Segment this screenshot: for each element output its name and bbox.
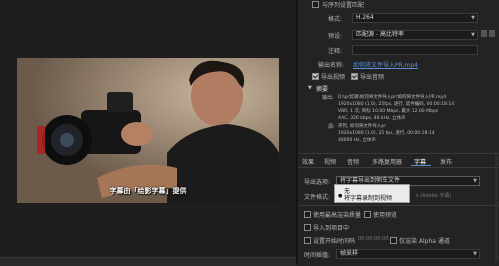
options-divider — [298, 205, 499, 206]
video-frame-image — [17, 58, 279, 203]
source-preview-pane: 字幕由「绘影字幕」提供 — [0, 0, 296, 266]
summary-output-line: AAC, 320 kbps, 48 kHz, 立体声 — [338, 116, 406, 121]
expand-triangle-icon[interactable]: ▼ — [308, 85, 312, 91]
chevron-down-icon: ▼ — [471, 15, 475, 21]
file-format-hint: s (Adobe 字幕) — [416, 193, 452, 199]
import-preset-icon[interactable] — [489, 30, 495, 37]
max-render-quality-checkbox[interactable] — [304, 211, 311, 218]
timecode-value[interactable]: 00:00:00:00 — [358, 236, 389, 242]
format-value: H.264 — [356, 14, 374, 21]
set-start-timecode-label: 设置开始时间码 — [313, 238, 356, 245]
selected-bullet-icon: ● — [338, 193, 343, 199]
save-preset-icon[interactable] — [481, 30, 487, 37]
summary-source-line: 48000 Hz, 立体声 — [338, 138, 376, 143]
max-render-quality-label: 使用最高渲染质量 — [313, 212, 362, 219]
tab-publish[interactable]: 发布 — [440, 157, 452, 166]
output-name-link[interactable]: 如何将文件导入PR.mp4 — [353, 60, 418, 69]
render-alpha-label: 仅渲染 Alpha 通道 — [399, 238, 450, 245]
summary-output-line: 1920x1080 (1.0), 25fps, 逐行, 软件编码, 00:00:… — [338, 102, 455, 107]
use-previews-label: 使用预览 — [373, 212, 398, 219]
summary-source-line: 1920x1080 (1.0), 25 fps, 逐行, 00:00:18:14 — [338, 131, 435, 136]
output-name-label: 输出名称: — [318, 62, 345, 69]
summary-output-line: D:\pr剪辑\如何将文件导入pr\如何将文件导入PR.mp4 — [338, 95, 447, 100]
preset-value: 匹配源 - 高比特率 — [356, 31, 404, 38]
tab-effects[interactable]: 效果 — [302, 157, 314, 166]
subtitle-caption: 字幕由「绘影字幕」提供 — [109, 187, 187, 195]
summary-source-label: 源: — [328, 124, 335, 130]
tabs-top-divider — [298, 153, 499, 154]
chevron-down-icon: ▼ — [471, 32, 475, 38]
match-sequence-checkbox[interactable] — [312, 1, 319, 8]
export-video-checkbox[interactable] — [312, 73, 319, 80]
export-settings-pane: 与序列设置匹配 格式: H.264 ▼ 预设: 匹配源 - 高比特率 ▼ 注释:… — [298, 0, 499, 265]
menu-item-burn-in[interactable]: 将字幕录制到视频 — [344, 193, 392, 202]
summary-output-line: VBR, 1 次, 目标 10.00 Mbps, 最大 12.00 Mbps — [338, 109, 439, 114]
time-interpolation-dropdown[interactable]: 帧采样 ▼ — [336, 249, 480, 259]
settings-scrollbar[interactable] — [495, 152, 498, 262]
comment-input[interactable] — [352, 45, 478, 55]
file-format-label: 文件格式: — [304, 194, 331, 201]
format-dropdown[interactable]: H.264 ▼ — [352, 13, 478, 23]
tab-multiplexer[interactable]: 多路复用器 — [372, 157, 402, 166]
render-alpha-checkbox[interactable] — [390, 237, 397, 244]
summary-output-label: 输出: — [322, 95, 334, 101]
chevron-down-icon: ▼ — [473, 251, 477, 257]
set-start-timecode-checkbox[interactable] — [304, 237, 311, 244]
summary-source-line: 序列, 如何将文件导入pr — [338, 124, 387, 129]
export-audio-label: 导出音频 — [360, 74, 385, 81]
tab-audio[interactable]: 音频 — [347, 157, 359, 166]
match-sequence-label: 与序列设置匹配 — [322, 2, 365, 9]
use-previews-checkbox[interactable] — [364, 211, 371, 218]
active-tab-indicator — [411, 165, 431, 166]
import-into-project-checkbox[interactable] — [304, 224, 311, 231]
preset-dropdown[interactable]: 匹配源 - 高比特率 ▼ — [352, 30, 478, 40]
export-video-label: 导出视频 — [321, 74, 346, 81]
summary-title: 摘要 — [316, 86, 329, 93]
time-interpolation-label: 时间插值: — [304, 252, 331, 259]
preset-label: 预设: — [328, 33, 343, 40]
comment-label: 注释: — [328, 48, 343, 55]
format-label: 格式: — [328, 16, 343, 23]
caption-export-menu: 无 ● 将字幕录制到视频 — [334, 184, 410, 203]
tab-video[interactable]: 视频 — [324, 157, 336, 166]
chevron-down-icon: ▼ — [473, 178, 477, 184]
video-preview-frame: 字幕由「绘影字幕」提供 — [17, 58, 279, 203]
time-interpolation-value: 帧采样 — [340, 250, 359, 257]
export-audio-checkbox[interactable] — [351, 73, 358, 80]
caption-export-label: 导出选项: — [304, 179, 331, 186]
tabs-bottom-divider — [298, 167, 499, 168]
import-into-project-label: 导入到项目中 — [313, 225, 350, 232]
